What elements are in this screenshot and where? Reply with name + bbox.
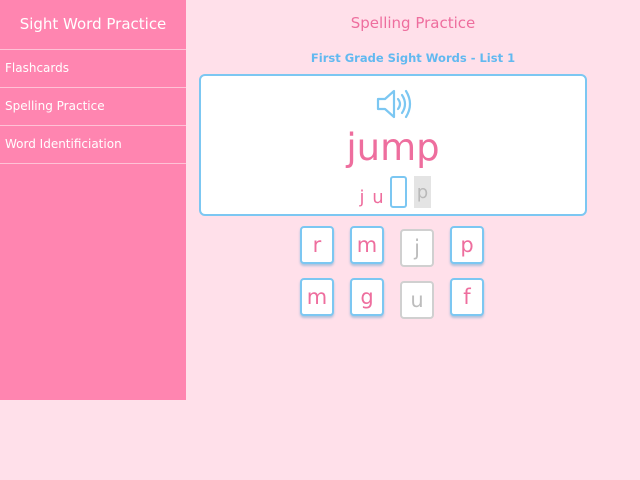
letter-slot: j (359, 187, 365, 208)
app-title: Sight Word Practice (0, 0, 186, 50)
sidebar-item-flashcards[interactable]: Flashcards (0, 50, 186, 88)
letter-tile[interactable]: m (300, 278, 334, 316)
sidebar: Sight Word Practice Flashcards Spelling … (0, 0, 186, 400)
letter-slot-blank[interactable] (390, 176, 407, 208)
letter-slot: u (372, 187, 384, 208)
letter-tile-used: j (400, 229, 434, 267)
letter-tile[interactable]: g (350, 278, 384, 316)
letter-tile-used: u (400, 281, 434, 319)
sidebar-item-word-identification[interactable]: Word Identificiation (0, 126, 186, 164)
speaker-icon[interactable] (375, 88, 413, 120)
list-subtitle: First Grade Sight Words - List 1 (310, 51, 516, 65)
letter-tile[interactable]: m (350, 226, 384, 264)
word-card: jump j u p (199, 74, 587, 216)
letter-tile[interactable]: r (300, 226, 334, 264)
letter-tile[interactable]: f (450, 278, 484, 316)
page-title: Spelling Practice (350, 14, 476, 32)
spelling-slots: j u p (201, 176, 585, 208)
sidebar-item-spelling-practice[interactable]: Spelling Practice (0, 88, 186, 126)
target-word: jump (346, 126, 440, 169)
letter-tile[interactable]: p (450, 226, 484, 264)
letter-slot-hint: p (414, 176, 431, 208)
